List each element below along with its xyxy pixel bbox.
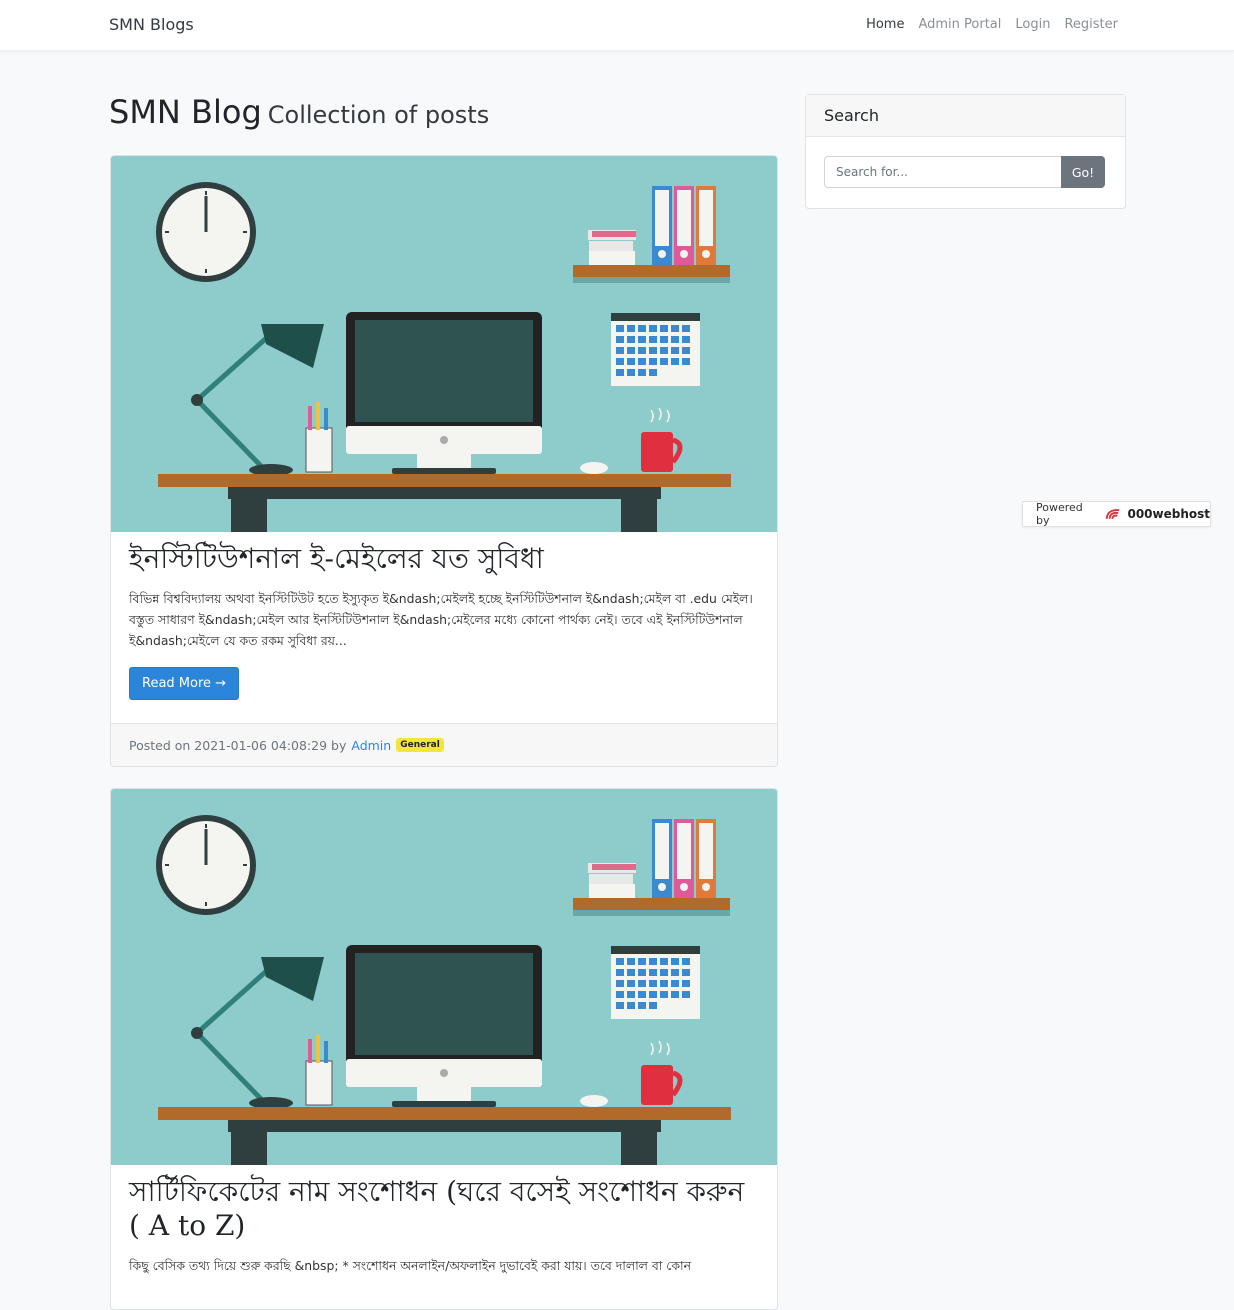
powered-by-label: Powered by	[1036, 501, 1083, 527]
page-title-main: SMN Blog	[109, 93, 262, 131]
post-card: ইনস্টিটিউশনাল ই-মেইলের যত সুবিধা বিভিন্ন…	[110, 155, 778, 767]
page-title-subtitle: Collection of posts	[267, 101, 490, 129]
webhost-logo-icon	[1105, 509, 1119, 519]
navbar-brand[interactable]: SMN Blogs	[109, 15, 194, 34]
read-more-button[interactable]: Read More →	[129, 667, 240, 700]
nav-home[interactable]: Home	[866, 17, 904, 32]
post-image[interactable]	[111, 156, 777, 532]
nav-register[interactable]: Register	[1064, 17, 1118, 32]
nav-admin-portal[interactable]: Admin Portal	[918, 17, 1001, 32]
nav-links: Home Admin Portal Login Register	[866, 17, 1118, 32]
category-badge: General	[396, 738, 444, 752]
post-title: সার্টিফিকেটের নাম সংশোধন (ঘরে বসেই সংশোধ…	[129, 1175, 745, 1242]
powered-by-badge[interactable]: Powered by 000webhost	[1022, 501, 1211, 527]
powered-by-brand: 000webhost	[1127, 507, 1210, 521]
post-title: ইনস্টিটিউশনাল ই-মেইলের যত সুবিধা	[129, 542, 544, 575]
post-excerpt: কিছু বেসিক তথ্য দিয়ে শুরু করছি &nbsp; *…	[129, 1258, 691, 1273]
post-image[interactable]	[111, 789, 777, 1165]
post-card: সার্টিফিকেটের নাম সংশোধন (ঘরে বসেই সংশোধ…	[110, 788, 778, 1310]
search-widget: Search Go!	[805, 94, 1126, 209]
page-title: SMN Blog Collection of posts	[109, 93, 489, 131]
post-footer: Posted on 2021-01-06 04:08:29 by Admin G…	[111, 723, 777, 766]
search-widget-title: Search	[806, 95, 1125, 137]
search-go-button[interactable]: Go!	[1061, 156, 1105, 188]
post-author-link[interactable]: Admin	[351, 738, 391, 753]
post-meta: Posted on 2021-01-06 04:08:29 by	[129, 737, 347, 753]
post-excerpt: বিভিন্ন বিশ্ববিদ্যালয় অথবা ইনস্টিটিউট হ…	[129, 591, 753, 648]
search-input[interactable]	[824, 156, 1061, 188]
nav-login[interactable]: Login	[1015, 17, 1050, 32]
top-navbar: SMN Blogs Home Admin Portal Login Regist…	[0, 0, 1234, 51]
